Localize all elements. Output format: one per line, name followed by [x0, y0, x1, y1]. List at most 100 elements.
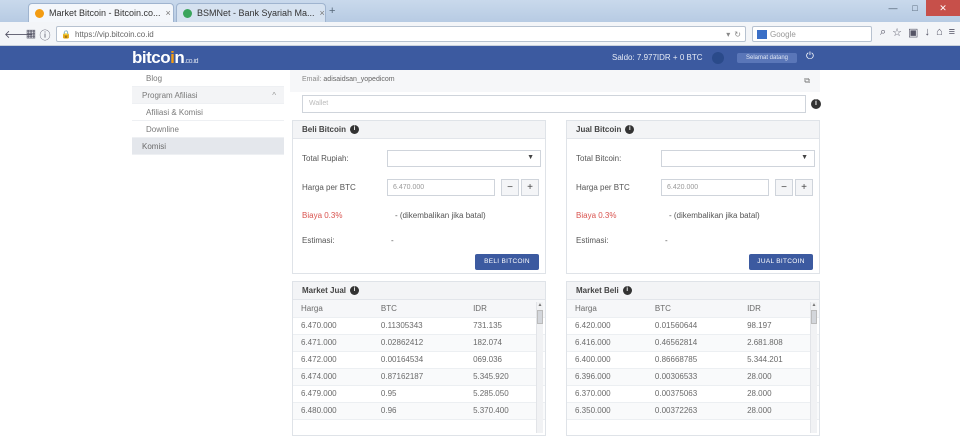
email-label: Email:: [302, 76, 322, 83]
fee-description: - (dikembalikan jika batal): [395, 211, 486, 220]
buy-bitcoin-panel: Beli Bitcoin i Total Rupiah: ▼ Harga per …: [292, 120, 546, 274]
sell-bitcoin-button[interactable]: JUAL BITCOIN: [749, 254, 813, 270]
search-engine-icon: [757, 29, 767, 39]
table-row[interactable]: 6.416.000 0.46562814 2.681.808: [567, 334, 819, 352]
back-arrow-icon[interactable]: 🡐: [4, 27, 34, 41]
reload-icon[interactable]: ↻: [734, 30, 741, 39]
site-header: bitcoin.co.id Saldo: 7.977IDR + 0 BTC Se…: [0, 46, 960, 70]
table-row[interactable]: 6.400.000 0.86668785 5.344.201: [567, 351, 819, 369]
info-icon[interactable]: i: [811, 99, 821, 109]
decrease-price-button[interactable]: −: [775, 179, 793, 196]
tab-title: BSMNet - Bank Syariah Ma...: [197, 8, 315, 18]
total-rupiah-select[interactable]: ▼: [387, 150, 541, 167]
close-tab-icon[interactable]: ×: [166, 8, 171, 18]
sell-price-input[interactable]: 6.420.000: [661, 179, 769, 196]
sidebar-item-komisi[interactable]: Komisi: [132, 138, 284, 155]
table-header-row: Harga BTC IDR: [293, 300, 545, 318]
table-row[interactable]: 6.480.000 0.96 5.370.400: [293, 402, 545, 420]
sidebar: Blog Program Afiliasi ^ Afiliasi & Komis…: [132, 70, 284, 158]
bitcoin-favicon-icon: [35, 8, 44, 18]
market-buy-panel: Market Beli i Harga BTC IDR 6.420.000 0.01…: [566, 281, 820, 436]
table-row[interactable]: 6.471.000 0.02862412 182.074: [293, 334, 545, 352]
table-row[interactable]: 6.396.000 0.00306533 28.000: [567, 368, 819, 386]
sidebar-item-blog[interactable]: Blog: [132, 70, 284, 87]
price-per-btc-label: Harga per BTC: [302, 183, 356, 192]
browser-tab-bsm[interactable]: BSMNet - Bank Syariah Ma... ×: [176, 3, 326, 22]
total-rupiah-label: Total Rupiah:: [302, 154, 349, 163]
maximize-button[interactable]: □: [904, 0, 926, 16]
info-icon[interactable]: i: [622, 286, 632, 296]
menu-icon[interactable]: ≡: [949, 26, 955, 39]
bitcoin-co-id-logo[interactable]: bitcoin.co.id: [132, 48, 198, 68]
increase-price-button[interactable]: +: [521, 179, 539, 196]
table-row[interactable]: 6.479.000 0.95 5.285.050: [293, 385, 545, 403]
buy-bitcoin-button[interactable]: BELI BITCOIN: [475, 254, 539, 270]
sidebar-item-label: Program Afiliasi: [142, 91, 198, 100]
column-header: IDR: [739, 300, 819, 318]
browser-tab-bar: Market Bitcoin - Bitcoin.co... × BSMNet …: [0, 0, 960, 22]
buy-price-input[interactable]: 6.470.000: [387, 179, 495, 196]
info-icon[interactable]: i: [350, 125, 360, 135]
decrease-price-button[interactable]: −: [501, 179, 519, 196]
tab-title: Market Bitcoin - Bitcoin.co...: [49, 8, 161, 18]
estimate-value: -: [665, 236, 668, 245]
scrollbar[interactable]: ▲: [536, 302, 543, 433]
column-header: BTC: [646, 300, 740, 318]
fee-label: Biaya 0.3%: [576, 211, 617, 220]
fee-label: Biaya 0.3%: [302, 211, 343, 220]
balance-indicator-icon: [712, 52, 724, 64]
sell-bitcoin-panel: Jual Bitcoin i Total Bitcoin: ▼ Harga per…: [566, 120, 820, 274]
dropdown-icon[interactable]: ▾: [726, 30, 730, 39]
new-tab-button[interactable]: +: [329, 5, 335, 17]
info-icon[interactable]: i: [350, 286, 360, 296]
window-controls: — □ ✕: [882, 0, 960, 18]
table-row[interactable]: 6.474.000 0.87162187 5.345.920: [293, 368, 545, 386]
table-row[interactable]: 6.470.000 0.11305343 731.135: [293, 317, 545, 335]
download-icon[interactable]: ↓: [924, 26, 930, 39]
search-bar[interactable]: Google: [752, 26, 872, 42]
star-icon[interactable]: ☆: [892, 26, 902, 39]
sidebar-item-downline[interactable]: Downline: [132, 121, 284, 138]
power-icon[interactable]: ⏻: [806, 51, 814, 62]
scroll-up-icon[interactable]: ▲: [811, 302, 817, 308]
scroll-up-icon[interactable]: ▲: [537, 302, 543, 308]
lock-icon: 🔒: [61, 29, 71, 39]
panel-title: Jual Bitcoin: [576, 125, 622, 134]
increase-price-button[interactable]: +: [795, 179, 813, 196]
market-sell-panel: Market Jual i Harga BTC IDR 6.470.000 0.11…: [292, 281, 546, 436]
price-per-btc-label: Harga per BTC: [576, 183, 630, 192]
caret-down-icon: ▼: [527, 154, 534, 161]
table-row[interactable]: 6.370.000 0.00375063 28.000: [567, 385, 819, 403]
table-row[interactable]: 6.420.000 0.01560644 98.197: [567, 317, 819, 335]
scrollbar[interactable]: ▲: [810, 302, 817, 433]
info-page-icon[interactable]: ⓘ: [36, 27, 54, 43]
browser-tab-market[interactable]: Market Bitcoin - Bitcoin.co... ×: [28, 3, 174, 22]
search-placeholder: Google: [770, 29, 796, 39]
url-bar[interactable]: 🔒 https://vip.bitcoin.co.id ▾ ↻: [56, 26, 746, 42]
column-header: IDR: [465, 300, 545, 318]
sidebar-item-afiliasi-komisi[interactable]: Afiliasi & Komisi: [132, 104, 284, 121]
close-window-button[interactable]: ✕: [926, 0, 960, 16]
caret-down-icon: ▼: [801, 154, 808, 161]
table-row[interactable]: 6.350.000 0.00372263 28.000: [567, 402, 819, 420]
wallet-input[interactable]: Wallet: [302, 95, 806, 113]
home-icon[interactable]: ⌂: [936, 26, 943, 39]
scroll-thumb[interactable]: [811, 310, 817, 324]
total-bitcoin-select[interactable]: ▼: [661, 150, 815, 167]
market-sell-table: Harga BTC IDR 6.470.000 0.11305343 731.135…: [293, 300, 545, 420]
column-header: BTC: [372, 300, 466, 318]
clipboard-icon[interactable]: ▣: [908, 26, 918, 39]
close-tab-icon[interactable]: ×: [320, 8, 325, 18]
minimize-button[interactable]: —: [882, 0, 904, 16]
sidebar-item-program-afiliasi[interactable]: Program Afiliasi ^: [132, 87, 284, 104]
panel-title: Market Beli: [576, 286, 619, 295]
copy-icon[interactable]: ⧉: [804, 76, 810, 86]
info-icon[interactable]: i: [625, 125, 635, 135]
user-menu[interactable]: Selamat datang: [737, 53, 797, 63]
table-row[interactable]: 6.472.000 0.00164534 069.036: [293, 351, 545, 369]
chevron-up-icon: ^: [272, 91, 276, 100]
search-icon[interactable]: ⌕: [880, 26, 886, 39]
scroll-thumb[interactable]: [537, 310, 543, 324]
column-header: Harga: [293, 300, 373, 318]
panel-title: Market Jual: [302, 286, 347, 295]
